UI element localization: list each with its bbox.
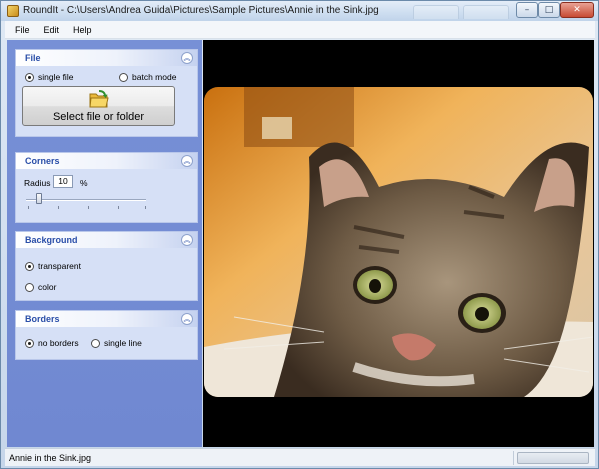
background-group-title: Background — [25, 235, 78, 245]
corners-group-title: Corners — [25, 156, 60, 166]
folder-icon — [89, 90, 109, 108]
file-group-header[interactable]: File ︽ — [16, 50, 197, 66]
collapse-icon[interactable]: ︽ — [181, 155, 193, 167]
file-group-title: File — [25, 53, 41, 63]
single-line-radio[interactable]: single line — [91, 338, 142, 348]
file-group: File ︽ single file batch mode Select fil… — [15, 49, 198, 137]
select-file-button[interactable]: Select file or folder — [22, 86, 175, 126]
slider-tick — [28, 206, 29, 209]
single-file-label: single file — [38, 72, 74, 82]
radio-unchecked-icon — [25, 282, 34, 292]
image-preview-area — [203, 40, 594, 447]
radio-unchecked-icon — [91, 338, 100, 348]
app-window: RoundIt - C:\Users\Andrea Guida\Pictures… — [0, 0, 599, 469]
slider-tick — [58, 206, 59, 209]
background-group-header[interactable]: Background ︽ — [16, 232, 197, 248]
status-separator — [513, 451, 514, 465]
status-filename: Annie in the Sink.jpg — [9, 453, 92, 463]
options-sidebar: File ︽ single file batch mode Select fil… — [7, 40, 202, 447]
transparent-label: transparent — [38, 261, 81, 271]
transparent-radio[interactable]: transparent — [25, 261, 81, 271]
radius-input[interactable]: 10 — [53, 175, 73, 188]
batch-mode-radio[interactable]: batch mode — [119, 72, 176, 82]
maximize-button[interactable]: □ — [538, 2, 560, 18]
close-button[interactable]: ✕ — [560, 2, 594, 18]
menu-file[interactable]: File — [5, 25, 37, 35]
status-bar: Annie in the Sink.jpg — [5, 448, 595, 466]
collapse-icon[interactable]: ︽ — [181, 313, 193, 325]
radius-label: Radius — [24, 178, 51, 188]
corners-group-header[interactable]: Corners ︽ — [16, 153, 197, 169]
corners-group: Corners ︽ Radius 10 % — [15, 152, 198, 223]
cat-photo — [204, 87, 593, 397]
menu-edit[interactable]: Edit — [37, 25, 67, 35]
radio-checked-icon — [25, 72, 34, 82]
status-progress-bar — [517, 452, 589, 464]
background-group: Background ︽ transparent color — [15, 231, 198, 301]
slider-tick — [145, 206, 146, 209]
borders-group-header[interactable]: Borders ︽ — [16, 311, 197, 327]
cat-photo-drawing — [204, 87, 593, 397]
color-radio[interactable]: color — [25, 282, 56, 292]
radio-checked-icon — [25, 261, 34, 271]
radius-unit: % — [80, 178, 88, 188]
color-label: color — [38, 282, 57, 292]
menu-bar: File Edit Help — [5, 21, 595, 39]
single-file-radio[interactable]: single file — [25, 72, 73, 82]
window-title: RoundIt - C:\Users\Andrea Guida\Pictures… — [23, 5, 379, 16]
radio-unchecked-icon — [119, 72, 128, 82]
radius-slider-track[interactable] — [26, 199, 146, 201]
slider-tick — [118, 206, 119, 209]
radio-checked-icon — [25, 338, 34, 348]
app-icon — [7, 5, 19, 17]
menu-help[interactable]: Help — [66, 25, 99, 35]
background-window-tab — [413, 5, 459, 19]
single-line-label: single line — [104, 338, 142, 348]
radius-slider-thumb[interactable] — [36, 193, 42, 204]
borders-group-title: Borders — [25, 314, 60, 324]
borders-group: Borders ︽ no borders single line — [15, 310, 198, 360]
no-borders-radio[interactable]: no borders — [25, 338, 79, 348]
collapse-icon[interactable]: ︽ — [181, 234, 193, 246]
collapse-icon[interactable]: ︽ — [181, 52, 193, 64]
no-borders-label: no borders — [38, 338, 79, 348]
background-window-tab — [463, 5, 509, 19]
batch-mode-label: batch mode — [132, 72, 177, 82]
minimize-button[interactable]: – — [516, 2, 538, 18]
title-bar[interactable]: RoundIt - C:\Users\Andrea Guida\Pictures… — [1, 1, 598, 21]
slider-tick — [88, 206, 89, 209]
select-file-label: Select file or folder — [52, 111, 145, 123]
